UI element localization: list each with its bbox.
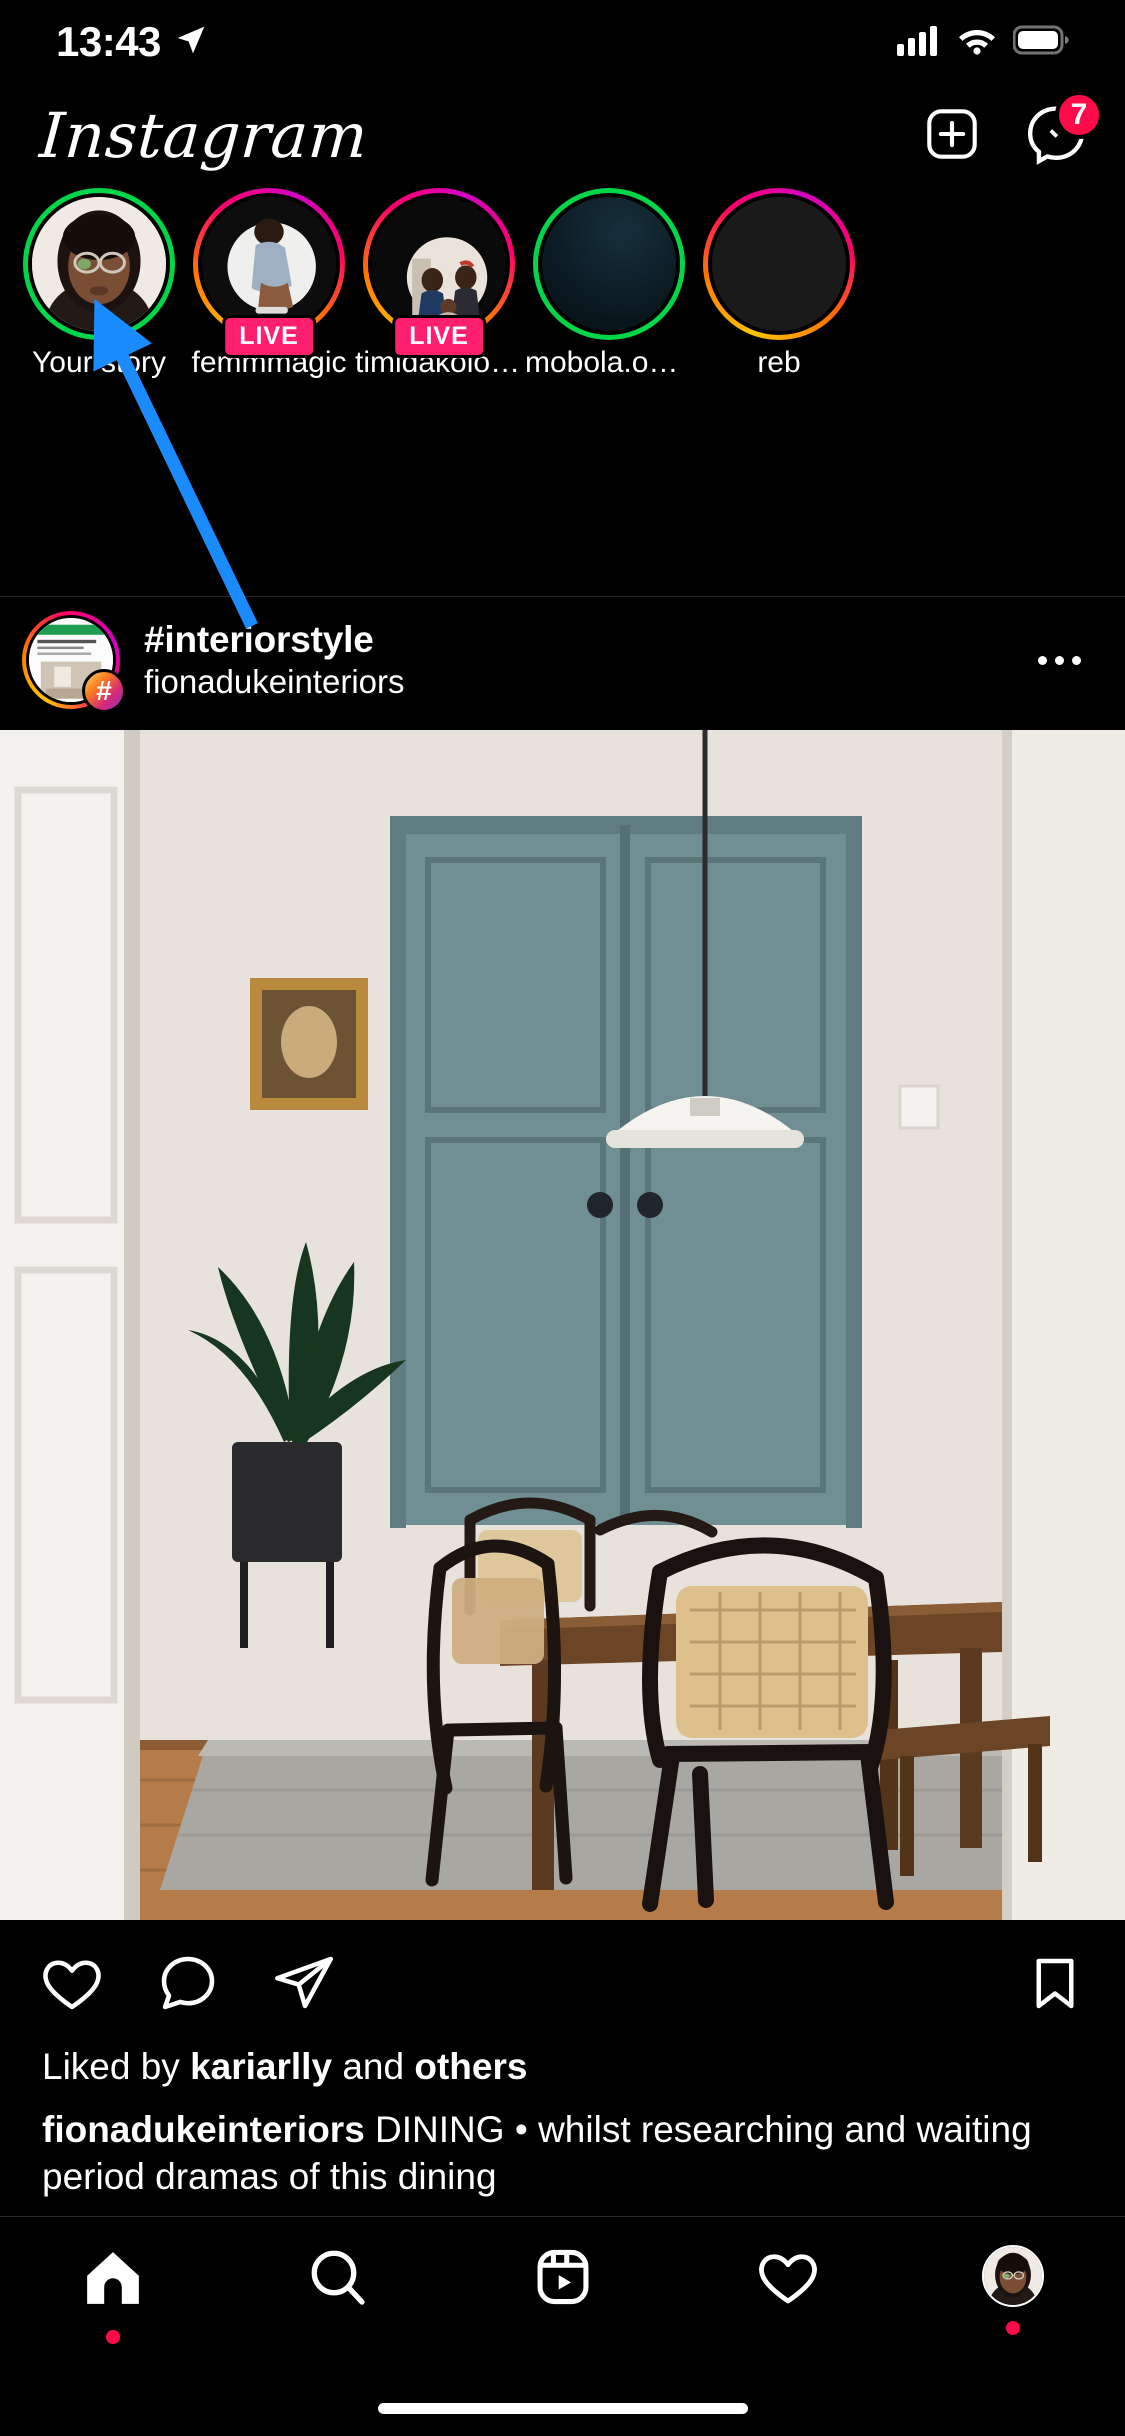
- post-avatar-wrap[interactable]: #: [22, 611, 126, 713]
- battery-icon: [1012, 25, 1069, 60]
- messenger-button[interactable]: 7: [1025, 91, 1103, 167]
- post-caption[interactable]: fionadukeinteriors DINING • whilst resea…: [0, 2106, 1125, 2210]
- status-bar: 13:43: [0, 0, 1125, 84]
- tab-profile[interactable]: [900, 2245, 1125, 2335]
- story-label: mobola.oduk...: [525, 346, 693, 379]
- new-post-button[interactable]: [921, 105, 983, 167]
- story-avatar: [202, 197, 336, 331]
- reels-icon: [531, 2245, 595, 2314]
- tab-home[interactable]: [0, 2245, 225, 2344]
- profile-avatar-icon: [981, 2245, 1044, 2307]
- instagram-logo[interactable]: Instagram: [37, 99, 370, 172]
- status-bar-right: [897, 24, 1069, 61]
- tab-activity[interactable]: [675, 2245, 900, 2342]
- hashtag-badge: #: [82, 669, 126, 713]
- live-badge: LIVE: [392, 315, 486, 358]
- post-header: # #interiorstyle fionadukeinteriors: [0, 600, 1125, 720]
- stories-divider: [0, 596, 1125, 597]
- search-icon: [306, 2245, 370, 2314]
- live-badge: LIVE: [222, 315, 316, 358]
- story-item-reb[interactable]: reb: [694, 188, 864, 380]
- post-hashtag-title[interactable]: #interiorstyle: [144, 619, 1028, 661]
- story-ring: [703, 188, 855, 340]
- likes-prefix: Liked by: [42, 2046, 191, 2087]
- bottom-tab-bar: [0, 2216, 1125, 2436]
- share-paperplane-icon[interactable]: [272, 1951, 336, 2020]
- post-header-text: #interiorstyle fionadukeinteriors: [144, 619, 1028, 701]
- post-actions-right: [1025, 1953, 1085, 2018]
- likes-others[interactable]: others: [414, 2046, 527, 2087]
- story-ring: [533, 188, 685, 340]
- comment-bubble-icon[interactable]: [156, 1951, 220, 2020]
- story-label: Your story: [32, 346, 166, 379]
- bookmark-icon[interactable]: [1025, 1953, 1085, 2018]
- more-options-icon[interactable]: [1028, 636, 1091, 685]
- cellular-signal-icon: [897, 24, 941, 61]
- story-ring: [23, 188, 175, 340]
- status-bar-left: 13:43: [56, 18, 207, 66]
- plus-square-icon: [923, 105, 981, 168]
- tab-profile-notification-dot: [1005, 2321, 1020, 2335]
- tab-search[interactable]: [225, 2245, 450, 2342]
- post-image-graphic: [0, 730, 1125, 1920]
- tab-home-notification-dot: [105, 2330, 120, 2344]
- story-label: reb: [757, 346, 801, 379]
- likes-summary: Liked by kariarlly and others: [0, 2046, 1125, 2088]
- wifi-icon: [957, 24, 997, 61]
- post-image[interactable]: [0, 730, 1125, 1920]
- story-avatar: [712, 197, 846, 331]
- stories-tray[interactable]: Your story LIVE femmmagic LIVE timidakol…: [0, 188, 1125, 380]
- header-actions: 7: [921, 91, 1103, 167]
- caption-text: DINING • whilst researching: [364, 2109, 835, 2150]
- story-item-mobola[interactable]: mobola.oduk...: [524, 188, 694, 380]
- app-header: Instagram 7: [0, 84, 1125, 188]
- story-avatar: [372, 197, 506, 331]
- heart-icon[interactable]: [40, 1951, 104, 2020]
- likes-username[interactable]: kariarlly: [190, 2046, 332, 2087]
- story-item-femmmagic[interactable]: LIVE femmmagic: [184, 188, 354, 380]
- home-icon: [80, 2245, 146, 2316]
- messenger-badge: 7: [1055, 91, 1103, 139]
- instagram-feed-screen: 13:43 Instagram 7 Your story LIVE femmma…: [0, 0, 1125, 2436]
- post-actions-left: [40, 1951, 336, 2020]
- story-avatar: [32, 197, 166, 331]
- post-action-bar: [0, 1930, 1125, 2040]
- location-arrow-icon: [175, 24, 207, 61]
- caption-username[interactable]: fionadukeinteriors: [42, 2109, 365, 2150]
- story-item-timidakolo[interactable]: LIVE timidakolo +1: [354, 188, 524, 380]
- status-bar-time: 13:43: [56, 18, 161, 65]
- story-avatar: [542, 197, 676, 331]
- heart-icon: [756, 2245, 820, 2314]
- post-username[interactable]: fionadukeinteriors: [144, 663, 1028, 701]
- home-indicator: [377, 2403, 748, 2414]
- likes-middle: and: [332, 2046, 415, 2087]
- story-item-your-story[interactable]: Your story: [14, 188, 184, 380]
- tab-reels[interactable]: [450, 2245, 675, 2342]
